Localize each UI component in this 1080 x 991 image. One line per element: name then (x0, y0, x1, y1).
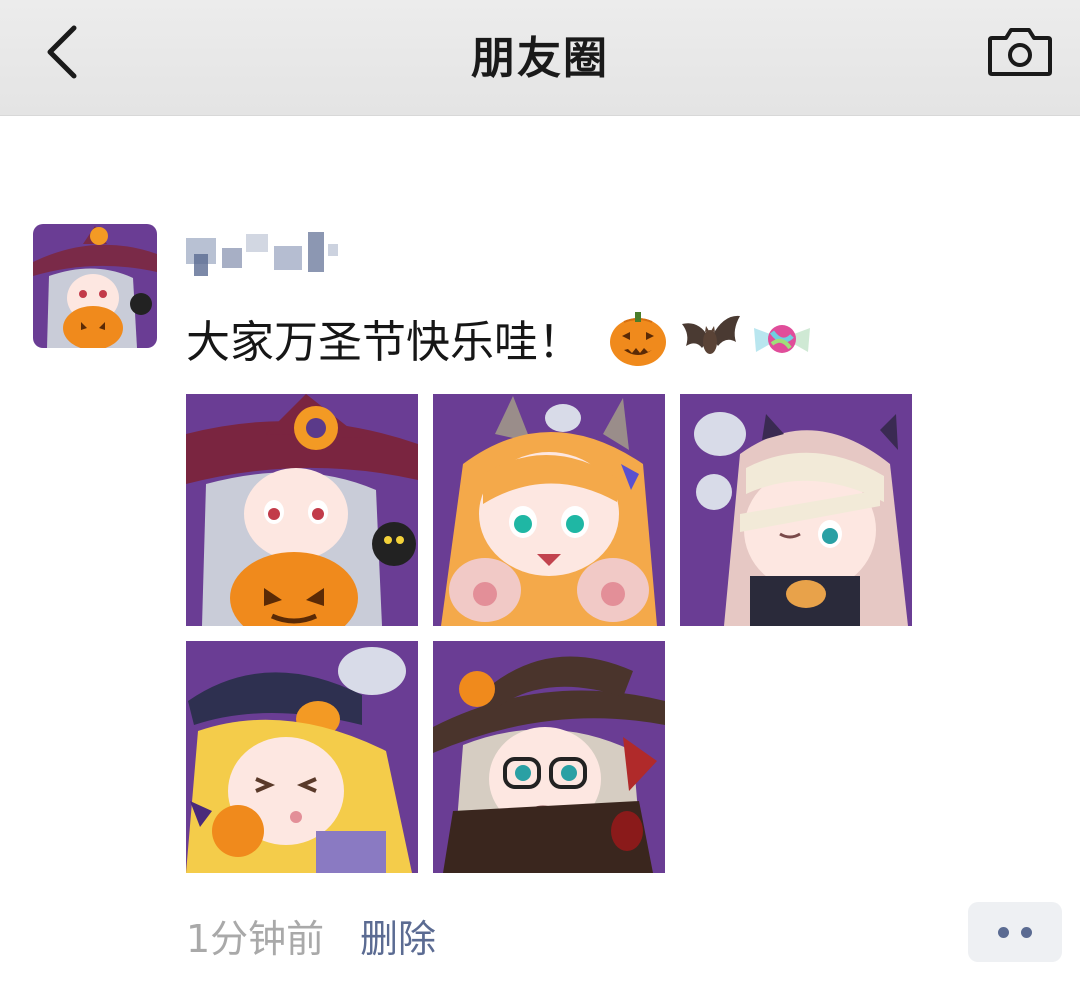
camera-icon (988, 28, 1052, 76)
page-title: 朋友圈 (471, 33, 609, 84)
candy-icon (750, 306, 814, 370)
author-name[interactable] (180, 224, 350, 280)
photo-4[interactable] (186, 641, 418, 873)
more-dots-icon (1021, 927, 1032, 938)
post-timestamp: 1分钟前 (186, 917, 325, 961)
photo-witch-pumpkin-image (186, 394, 418, 626)
photo-5[interactable] (433, 641, 665, 873)
photo-3[interactable] (680, 394, 912, 626)
jack-o-lantern-icon (606, 306, 670, 370)
photo-1[interactable] (186, 394, 418, 626)
post-text: 大家万圣节快乐哇！ (186, 317, 582, 368)
photo-cat-paws-image (433, 394, 665, 626)
photo-blonde-witch-image (186, 641, 418, 873)
photo-2[interactable] (433, 394, 665, 626)
delete-button[interactable]: 删除 (360, 908, 436, 963)
top-navigation-bar: 朋友圈 (0, 0, 1080, 116)
author-avatar[interactable] (33, 224, 157, 348)
photo-mummy-image (680, 394, 912, 626)
more-actions-button[interactable] (968, 902, 1062, 962)
camera-button[interactable] (984, 22, 1056, 82)
bat-icon (678, 306, 742, 370)
obscured-name-image (186, 232, 338, 276)
photo-glasses-witch-image (433, 641, 665, 873)
avatar-image (33, 224, 157, 348)
more-dots-icon (998, 927, 1009, 938)
post-content: 大家万圣节快乐哇！ (186, 306, 814, 370)
